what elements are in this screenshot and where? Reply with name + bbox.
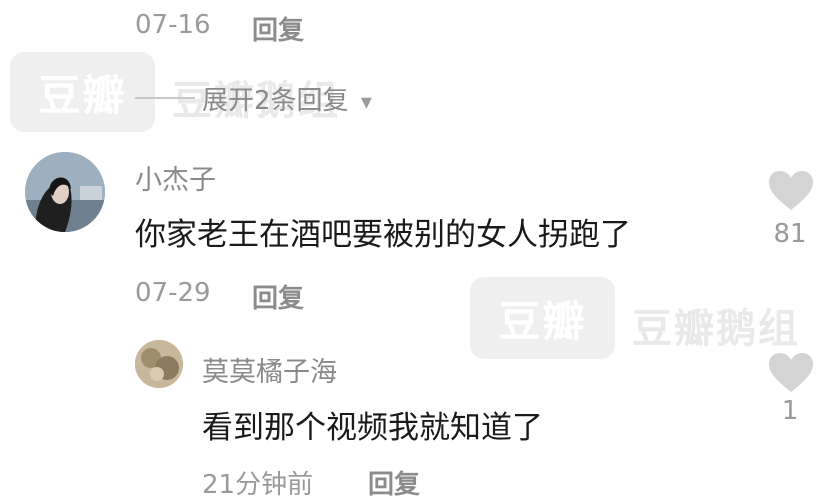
avatar-image <box>135 340 183 388</box>
avatar[interactable] <box>25 152 105 232</box>
watermark-logo-text: 豆瓣 <box>498 296 587 346</box>
chevron-down-icon: ▾ <box>360 90 372 115</box>
reply-button[interactable]: 回复 <box>368 464 420 501</box>
like-count: 81 <box>773 219 807 249</box>
watermark-logo-text: 豆瓣 <box>38 70 127 120</box>
watermark-logo-top: 豆瓣 <box>10 52 155 132</box>
comment-date: 07-29 <box>135 278 211 308</box>
like-count: 1 <box>781 396 799 426</box>
expand-replies-label: 展开2条回复 <box>202 86 349 116</box>
expand-replies-link[interactable]: 展开2条回复 ▾ <box>202 80 372 117</box>
reply-text: 看到那个视频我就知道了 <box>202 410 543 446</box>
comment-username[interactable]: 小杰子 <box>135 158 216 197</box>
watermark-group-mid: 豆瓣鹅组 <box>632 306 800 352</box>
top-comment-date: 07-16 <box>135 10 211 40</box>
heart-icon <box>769 353 813 392</box>
avatar[interactable] <box>135 340 183 388</box>
expand-divider <box>135 97 195 99</box>
reply-username[interactable]: 莫莫橘子海 <box>202 350 337 389</box>
top-reply-button[interactable]: 回复 <box>252 10 304 47</box>
like-button[interactable] <box>768 352 816 396</box>
avatar-image <box>25 152 105 232</box>
comment-text: 你家老王在酒吧要被别的女人拐跑了 <box>135 217 631 253</box>
like-button[interactable] <box>768 170 816 214</box>
heart-icon <box>769 171 813 210</box>
reply-time: 21分钟前 <box>202 470 314 500</box>
watermark-logo-mid: 豆瓣 <box>470 277 615 359</box>
reply-button[interactable]: 回复 <box>252 278 304 315</box>
